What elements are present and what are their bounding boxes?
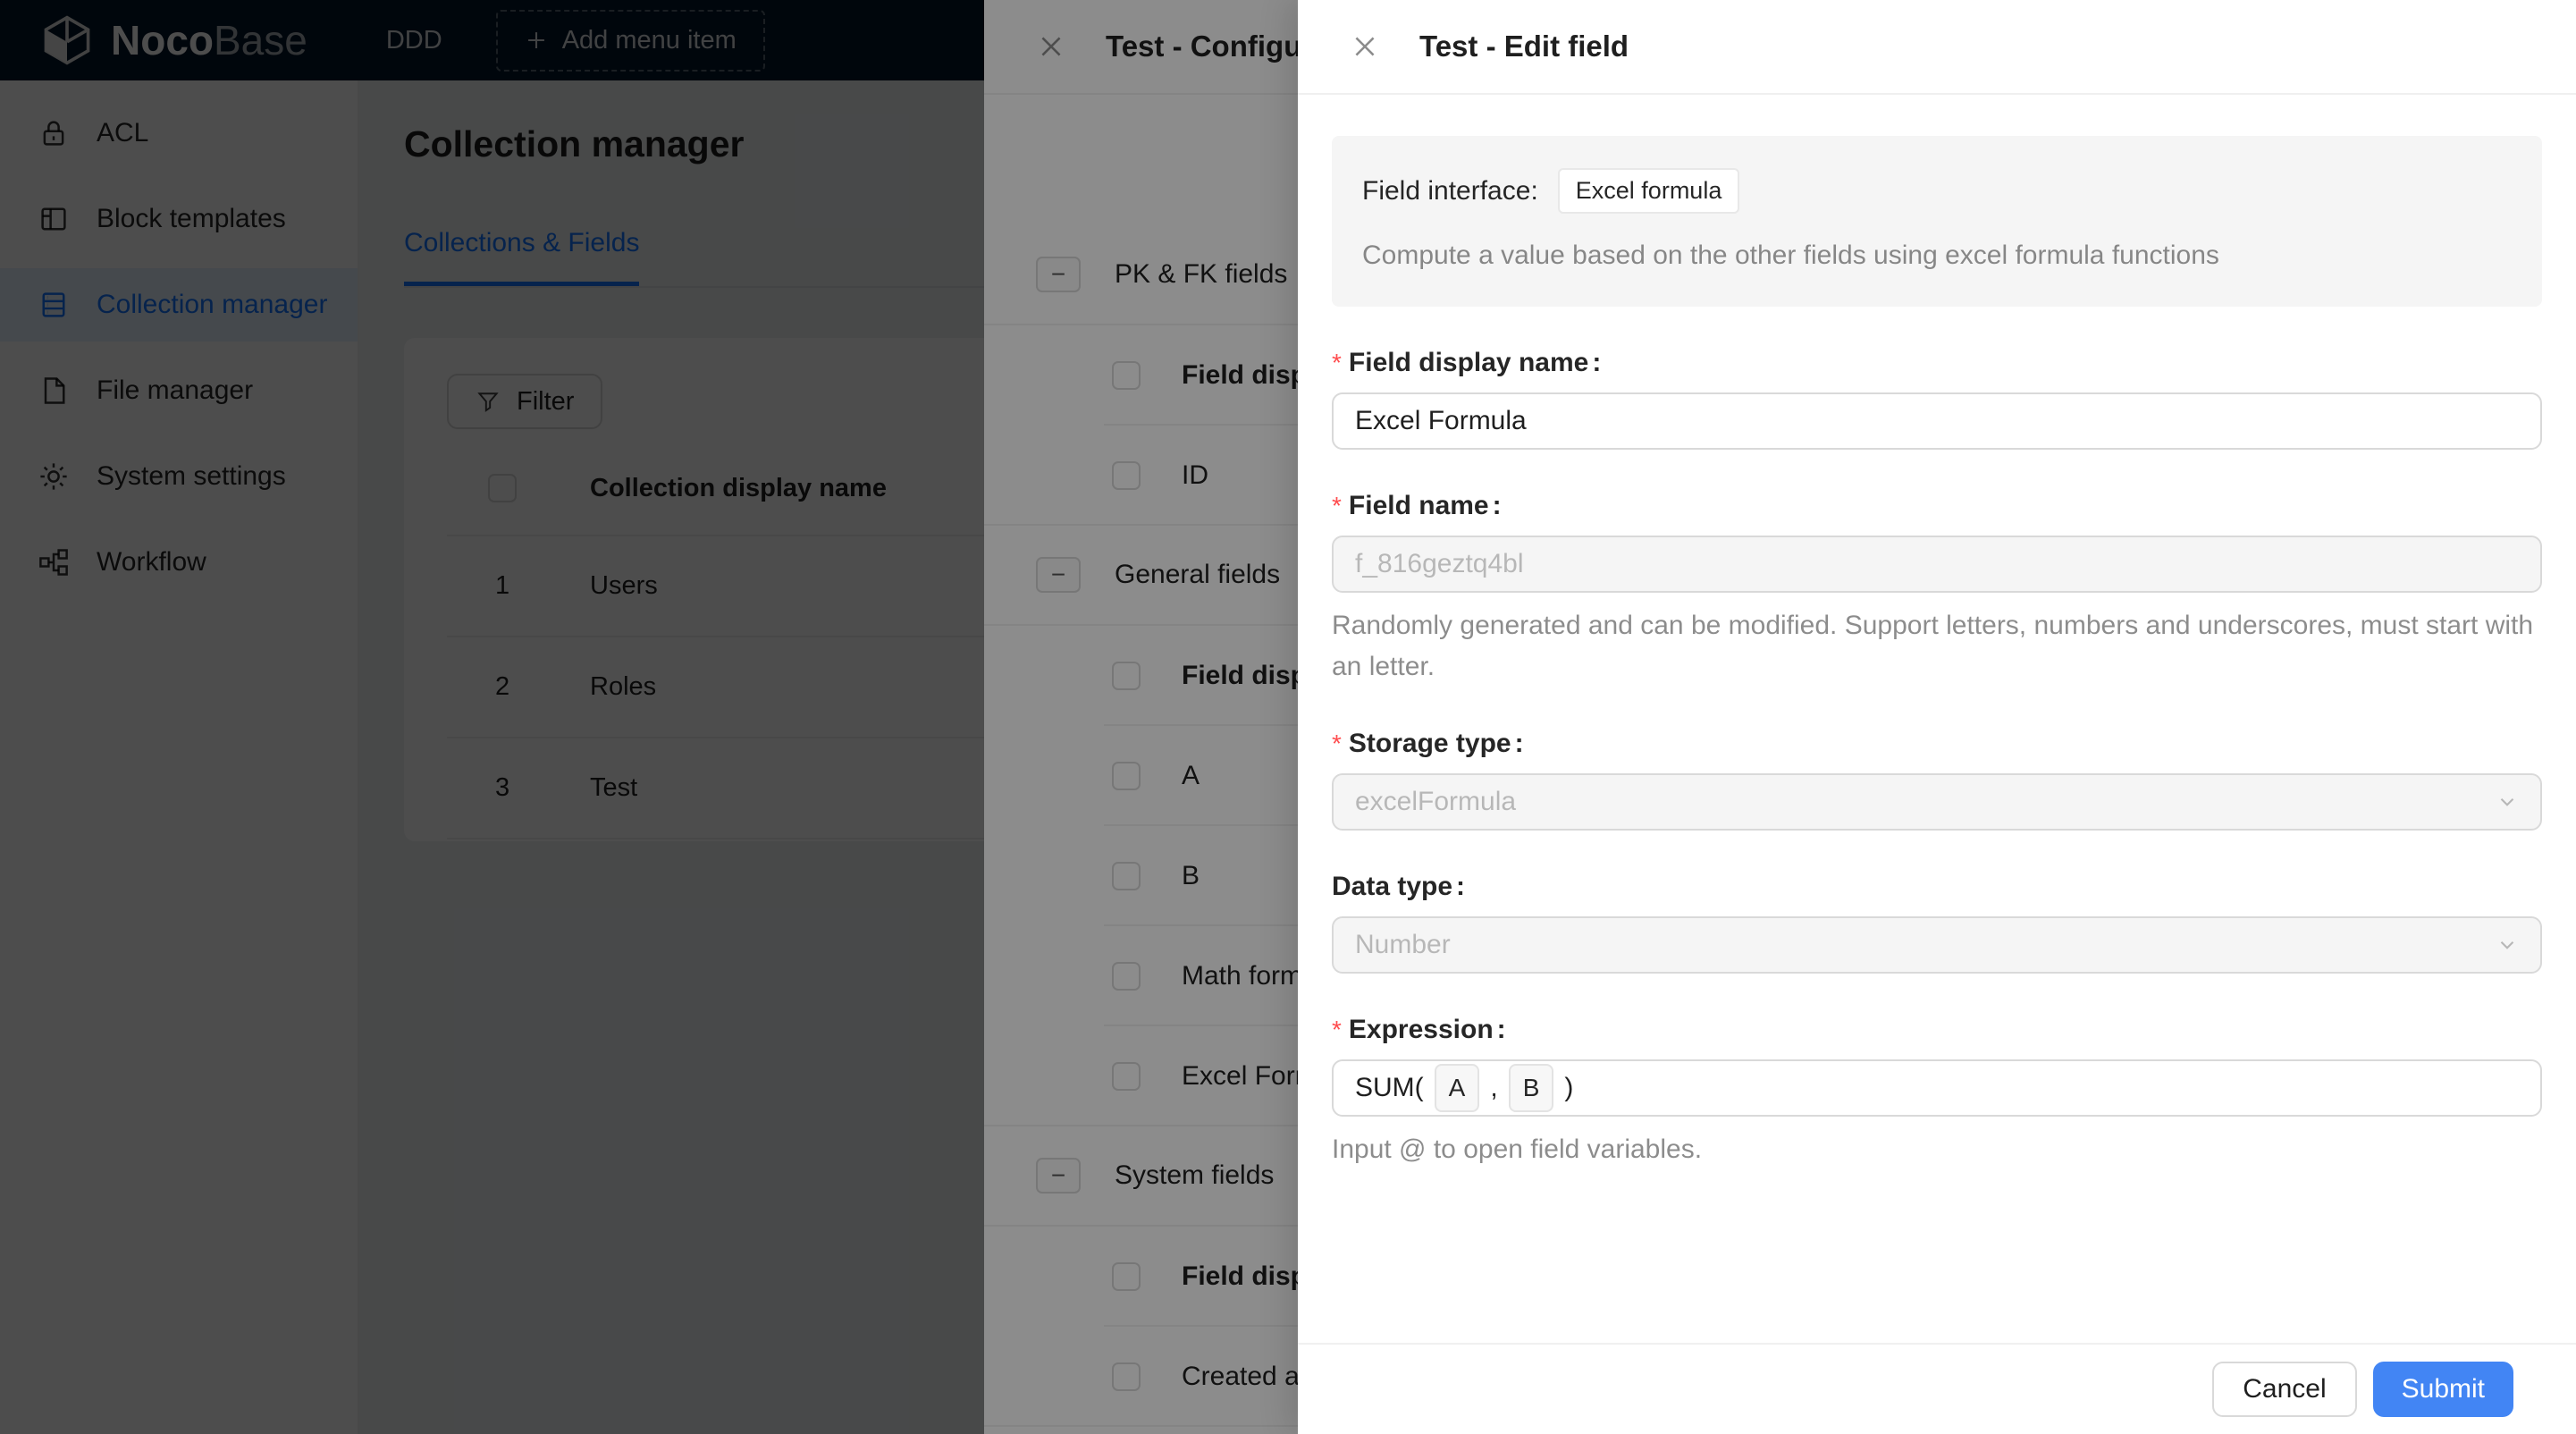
- required-mark: *: [1332, 730, 1342, 758]
- close-icon[interactable]: [1350, 31, 1380, 62]
- field-interface-description: Compute a value based on the other field…: [1362, 240, 2512, 271]
- expression-prefix: SUM(: [1355, 1073, 1424, 1103]
- field-label: * Expression :: [1332, 1015, 2542, 1045]
- expression-suffix: ): [1564, 1073, 1573, 1103]
- field-label: * Field name :: [1332, 491, 2542, 521]
- field-label: Data type :: [1332, 872, 2542, 902]
- field-display-name-input[interactable]: Excel Formula: [1332, 392, 2542, 450]
- required-mark: *: [1332, 349, 1342, 377]
- field-label: * Field display name :: [1332, 348, 2542, 378]
- expression-variable-chip[interactable]: B: [1509, 1064, 1554, 1112]
- chevron-down-icon: [2496, 790, 2519, 814]
- field-name-help: Randomly generated and can be modified. …: [1332, 605, 2542, 687]
- submit-button[interactable]: Submit: [2373, 1362, 2513, 1417]
- form-item-storage-type: * Storage type : excelFormula: [1332, 729, 2542, 831]
- expression-input[interactable]: SUM( A , B ): [1332, 1059, 2542, 1117]
- data-type-value: Number: [1355, 930, 1451, 960]
- storage-type-value: excelFormula: [1355, 787, 1516, 817]
- edit-field-drawer: Test - Edit field Field interface: Excel…: [1298, 0, 2576, 1434]
- storage-type-select[interactable]: excelFormula: [1332, 773, 2542, 831]
- field-name-input[interactable]: f_816geztq4bl: [1332, 536, 2542, 593]
- cancel-button[interactable]: Cancel: [2212, 1362, 2356, 1417]
- chevron-down-icon: [2496, 933, 2519, 957]
- data-type-select[interactable]: Number: [1332, 916, 2542, 974]
- expression-separator: ,: [1490, 1073, 1497, 1103]
- field-interface-badge: Excel formula: [1558, 168, 1740, 214]
- drawer-footer: Cancel Submit: [1298, 1343, 2576, 1434]
- field-label: * Storage type :: [1332, 729, 2542, 759]
- form-item-expression: * Expression : SUM( A , B ) Input @ to o…: [1332, 1015, 2542, 1170]
- form-item-field-display-name: * Field display name : Excel Formula: [1332, 348, 2542, 450]
- edit-field-form: Field interface: Excel formula Compute a…: [1298, 95, 2576, 1343]
- field-interface-label: Field interface:: [1362, 176, 1538, 207]
- form-item-field-name: * Field name : f_816geztq4bl Randomly ge…: [1332, 491, 2542, 687]
- required-mark: *: [1332, 492, 1342, 520]
- drawer-header: Test - Edit field: [1298, 0, 2576, 95]
- field-interface-box: Field interface: Excel formula Compute a…: [1332, 136, 2542, 307]
- drawer-title: Test - Edit field: [1419, 30, 1629, 63]
- expression-variable-chip[interactable]: A: [1435, 1064, 1480, 1112]
- required-mark: *: [1332, 1016, 1342, 1044]
- form-item-data-type: Data type : Number: [1332, 872, 2542, 974]
- expression-help: Input @ to open field variables.: [1332, 1129, 2542, 1170]
